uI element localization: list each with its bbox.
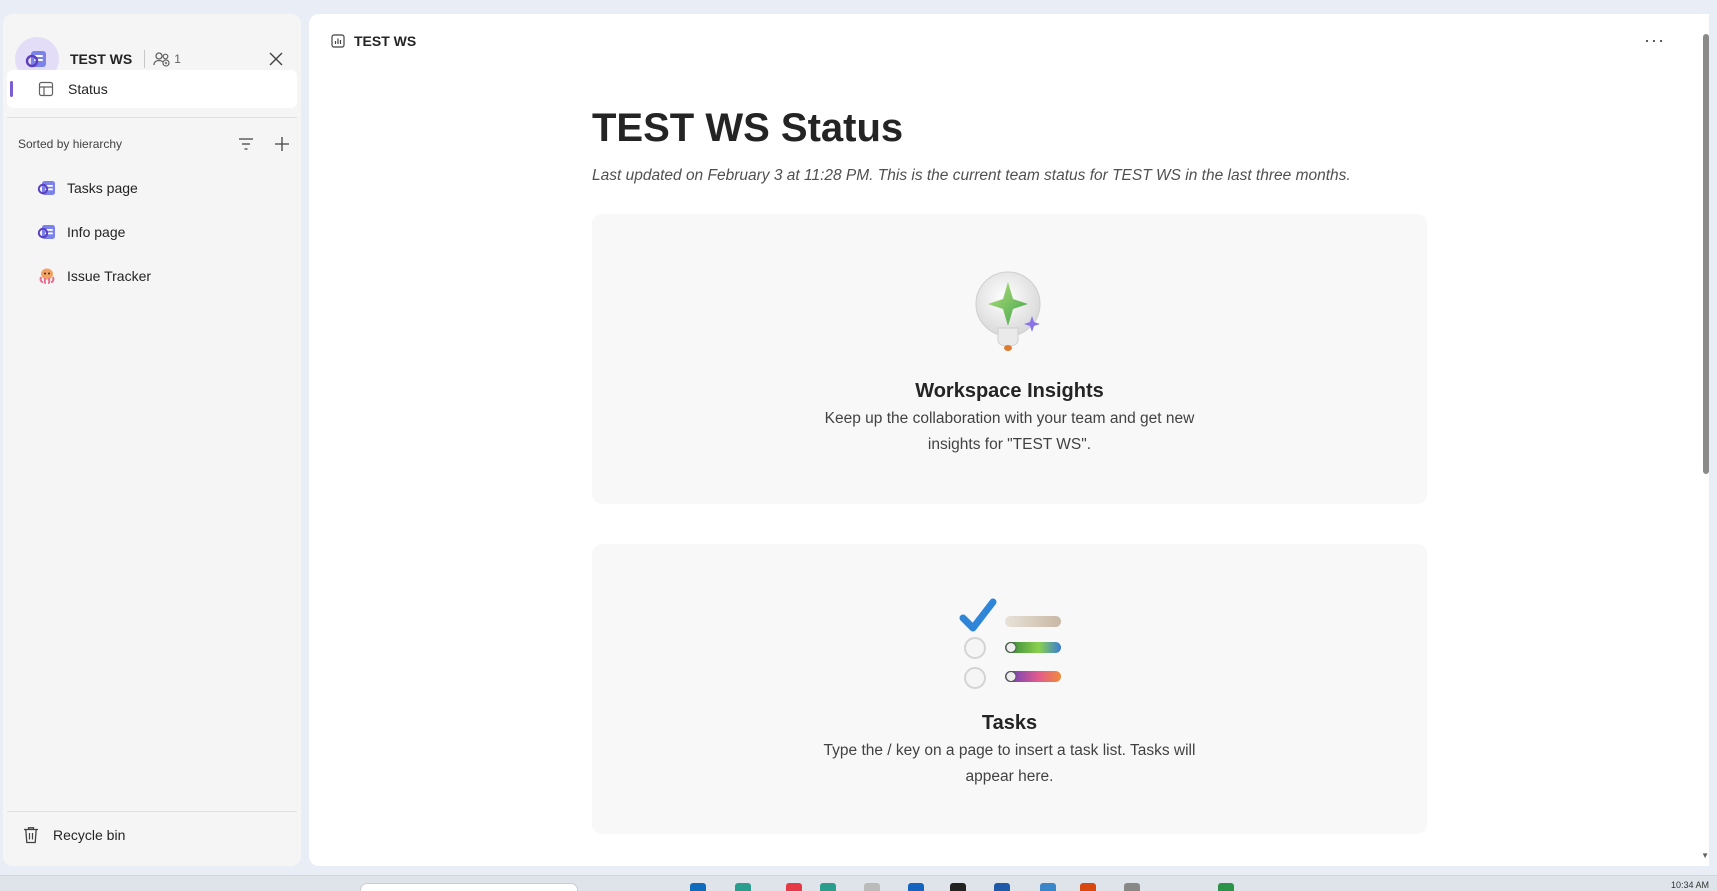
close-icon [269,52,283,66]
taskbar-clock[interactable]: 10:34 AM [1671,880,1709,890]
page-item-label: Issue Tracker [67,268,152,284]
app-icon[interactable] [908,883,924,891]
card-title: Tasks [981,712,1038,734]
breadcrumb[interactable]: TEST WS [331,33,416,49]
octopus-icon [37,266,57,286]
loop-page-icon [37,178,57,198]
page-subtitle: Last updated on February 3 at 11:28 PM. … [592,167,1351,184]
page-title: TEST WS Status [592,106,904,150]
filter-button[interactable] [235,133,257,155]
card-description: Type the / key on a page to insert a tas… [823,742,1196,785]
people-icon [153,52,170,67]
status-chart-icon [331,34,345,48]
app-icon[interactable] [994,883,1010,891]
app-icon[interactable] [786,883,802,891]
sidebar-item-info-page[interactable]: Info page [3,210,301,254]
workspace-title: TEST WS [70,51,133,67]
sort-label: Sorted by hierarchy [18,137,123,151]
tasks-card: Tasks Type the / key on a page to insert… [592,544,1427,834]
close-sidebar-button[interactable] [263,46,289,72]
loop-page-icon [37,222,57,242]
sidebar-item-status[interactable]: Status [7,70,297,108]
status-board-icon [38,81,54,97]
app-icon[interactable] [1124,883,1140,891]
page-item-label: Tasks page [67,180,138,196]
loop-workspace-icon [25,51,46,68]
more-options-button[interactable]: ··· [1644,30,1665,51]
app-icon[interactable] [950,883,966,891]
sidebar-divider [7,117,297,118]
app-icon[interactable] [864,883,880,891]
sort-actions [235,133,293,155]
breadcrumb-label: TEST WS [354,33,417,49]
sidebar-item-issue-tracker[interactable]: Issue Tracker [3,254,301,298]
page-list: Tasks page Info page Issue Tracker [3,166,301,298]
app-icon[interactable] [690,883,706,891]
app-icon[interactable] [1218,883,1234,891]
workspace-sidebar: TEST WS 1 Status Sorted by hierarchy Tas… [3,14,301,866]
trash-icon [24,827,38,844]
app-icon[interactable] [735,883,751,891]
recycle-bin-label: Recycle bin [53,827,126,843]
app-icon[interactable] [1040,883,1056,891]
app-icon[interactable] [820,883,836,891]
filter-icon [239,138,253,150]
scroll-down-arrow-icon[interactable]: ▼ [1701,851,1709,860]
workspace-insights-card: Workspace Insights Keep up the collabora… [592,214,1427,504]
recycle-bin-button[interactable]: Recycle bin [23,826,125,844]
sidebar-item-tasks-page[interactable]: Tasks page [3,166,301,210]
app-icon[interactable] [1080,883,1096,891]
card-title: Workspace Insights [915,380,1104,402]
lightbulb-sparkle-icon [970,266,1050,356]
add-page-button[interactable] [271,133,293,155]
card-description: Keep up the collaboration with your team… [824,410,1195,453]
selected-indicator [10,81,13,97]
scrollbar[interactable] [1703,34,1709,474]
member-count: 1 [174,52,181,66]
task-list-icon [955,596,1065,696]
taskbar-search[interactable] [360,883,578,891]
plus-icon [275,137,289,151]
sidebar-divider [7,811,297,812]
sort-row: Sorted by hierarchy [18,130,293,158]
status-page: TEST WS ··· ▼ TEST WS Status Last update… [309,14,1709,866]
page-item-label: Info page [67,224,126,240]
sidebar-item-label: Status [68,81,108,97]
taskbar: 10:34 AM [0,875,1717,891]
header-divider [144,50,146,68]
members-button[interactable]: 1 [153,51,181,67]
